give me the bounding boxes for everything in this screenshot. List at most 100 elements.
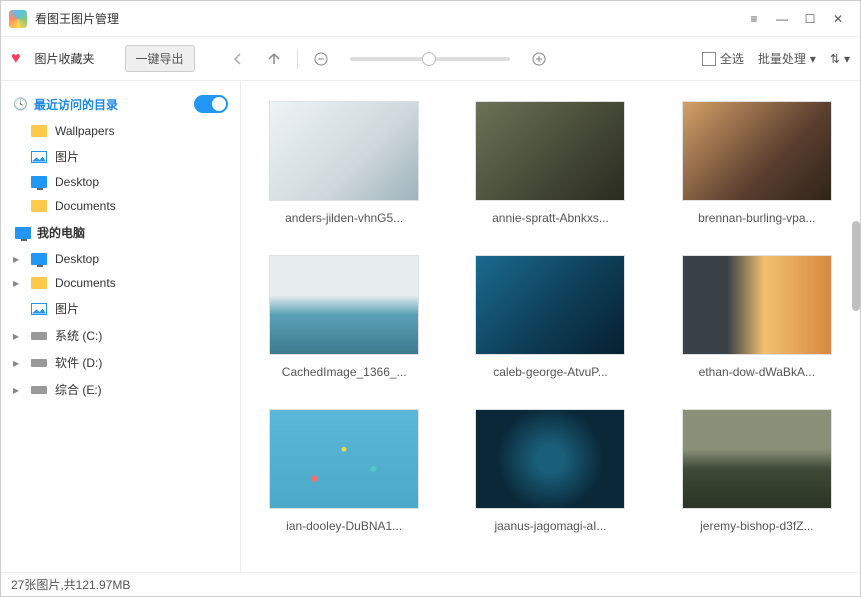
tree-item[interactable]: ▸ 综合 (E:): [1, 376, 240, 403]
favorites-label[interactable]: 图片收藏夹: [35, 50, 95, 67]
zoom-in-button[interactable]: [526, 46, 552, 72]
tree-item[interactable]: 图片: [1, 295, 240, 322]
scrollbar[interactable]: [852, 221, 860, 311]
minimize-button[interactable]: —: [768, 5, 796, 33]
thumbnail-image: [682, 101, 832, 201]
thumbnail-image: [269, 255, 419, 355]
sidebar: 🕓 最近访问的目录 Wallpapers 图片 Desktop Documents 我…: [1, 81, 241, 572]
expand-arrow-icon[interactable]: ▸: [13, 329, 23, 343]
zoom-out-button[interactable]: [308, 46, 334, 72]
folder-icon: [31, 277, 47, 289]
thumbnail-item[interactable]: ian-dooley-DuBNA1...: [251, 409, 437, 533]
close-button[interactable]: ✕: [824, 5, 852, 33]
tree-item[interactable]: Wallpapers: [1, 119, 240, 143]
recent-toggle[interactable]: [194, 95, 228, 113]
thumbnail-label: annie-spratt-Abnkxs...: [492, 211, 609, 225]
thumbnail-label: jaanus-jagomagi-aI...: [494, 519, 606, 533]
thumbnail-label: ethan-dow-dWaBkA...: [699, 365, 815, 379]
tree-item-label: Desktop: [55, 252, 99, 266]
titlebar: 看图王图片管理 ≡ — ☐ ✕: [1, 1, 860, 37]
app-icon: [9, 10, 27, 28]
thumbnail-label: anders-jilden-vhnG5...: [285, 211, 403, 225]
up-button[interactable]: [261, 46, 287, 72]
zoom-slider-thumb[interactable]: [422, 52, 436, 66]
menu-button[interactable]: ≡: [740, 5, 768, 33]
thumbnail-item[interactable]: ethan-dow-dWaBkA...: [664, 255, 850, 379]
monitor-icon: [31, 176, 47, 188]
computer-section-header[interactable]: 我的电脑: [1, 218, 240, 247]
clock-icon: 🕓: [13, 97, 28, 111]
back-button[interactable]: [225, 46, 251, 72]
thumbnail-item[interactable]: jaanus-jagomagi-aI...: [457, 409, 643, 533]
expand-arrow-icon[interactable]: ▸: [13, 356, 23, 370]
tree-item[interactable]: 图片: [1, 143, 240, 170]
thumbnail-image: [682, 255, 832, 355]
drive-icon: [31, 386, 47, 394]
tree-item-label: 图片: [55, 148, 79, 165]
drive-icon: [31, 359, 47, 367]
divider: [297, 49, 298, 69]
image-icon: [31, 151, 47, 163]
thumbnail-image: [269, 101, 419, 201]
tree-item-label: 软件 (D:): [55, 354, 102, 371]
thumbnail-image: [475, 409, 625, 509]
batch-process-button[interactable]: 批量处理 ▾: [758, 50, 816, 67]
monitor-icon: [31, 253, 47, 265]
recent-section-header[interactable]: 🕓 最近访问的目录: [1, 89, 240, 119]
tree-item[interactable]: ▸ 软件 (D:): [1, 349, 240, 376]
status-text: 27张图片,共121.97MB: [11, 576, 130, 593]
chevron-down-icon: ▾: [844, 52, 850, 66]
window-title: 看图王图片管理: [35, 10, 740, 27]
tree-item[interactable]: Desktop: [1, 170, 240, 194]
drive-icon: [31, 332, 47, 340]
expand-arrow-icon[interactable]: ▸: [13, 383, 23, 397]
image-icon: [31, 303, 47, 315]
thumbnail-item[interactable]: brennan-burling-vpa...: [664, 101, 850, 225]
toolbar: ♥ 图片收藏夹 一键导出 全选 批量处理 ▾ ⇅ ▾: [1, 37, 860, 81]
select-all-label: 全选: [720, 50, 744, 67]
thumbnail-item[interactable]: annie-spratt-Abnkxs...: [457, 101, 643, 225]
thumbnail-item[interactable]: anders-jilden-vhnG5...: [251, 101, 437, 225]
checkbox-icon: [702, 52, 716, 66]
thumbnail-item[interactable]: jeremy-bishop-d3fZ...: [664, 409, 850, 533]
expand-arrow-icon[interactable]: ▸: [13, 252, 23, 266]
tree-item-label: Wallpapers: [55, 124, 115, 138]
tree-item-label: 系统 (C:): [55, 327, 102, 344]
thumbnail-item[interactable]: CachedImage_1366_...: [251, 255, 437, 379]
recent-label: 最近访问的目录: [34, 96, 118, 113]
thumbnail-image: [475, 255, 625, 355]
tree-item-label: Desktop: [55, 175, 99, 189]
computer-label: 我的电脑: [37, 224, 85, 241]
tree-item-label: Documents: [55, 199, 116, 213]
thumbnail-label: jeremy-bishop-d3fZ...: [700, 519, 813, 533]
select-all-checkbox[interactable]: 全选: [702, 50, 744, 67]
statusbar: 27张图片,共121.97MB: [1, 572, 860, 596]
chevron-down-icon: ▾: [810, 52, 816, 66]
thumbnail-image: [269, 409, 419, 509]
folder-icon: [31, 125, 47, 137]
thumbnail-label: caleb-george-AtvuP...: [493, 365, 608, 379]
expand-arrow-icon[interactable]: ▸: [13, 276, 23, 290]
tree-item-label: 综合 (E:): [55, 381, 102, 398]
export-button[interactable]: 一键导出: [125, 45, 195, 72]
maximize-button[interactable]: ☐: [796, 5, 824, 33]
zoom-slider[interactable]: [350, 57, 510, 61]
thumbnail-label: brennan-burling-vpa...: [698, 211, 815, 225]
tree-item[interactable]: ▸ Desktop: [1, 247, 240, 271]
tree-item[interactable]: ▸ 系统 (C:): [1, 322, 240, 349]
tree-item[interactable]: Documents: [1, 194, 240, 218]
thumbnail-label: ian-dooley-DuBNA1...: [286, 519, 402, 533]
thumbnail-image: [682, 409, 832, 509]
main-content: anders-jilden-vhnG5... annie-spratt-Abnkx…: [241, 81, 860, 572]
folder-icon: [31, 200, 47, 212]
thumbnail-item[interactable]: caleb-george-AtvuP...: [457, 255, 643, 379]
tree-item-label: 图片: [55, 300, 79, 317]
monitor-icon: [15, 227, 31, 239]
sort-icon: ⇅: [830, 52, 840, 66]
thumbnail-image: [475, 101, 625, 201]
sort-button[interactable]: ⇅ ▾: [830, 52, 850, 66]
tree-item-label: Documents: [55, 276, 116, 290]
tree-item[interactable]: ▸ Documents: [1, 271, 240, 295]
batch-label: 批量处理: [758, 50, 806, 67]
thumbnail-label: CachedImage_1366_...: [282, 365, 407, 379]
